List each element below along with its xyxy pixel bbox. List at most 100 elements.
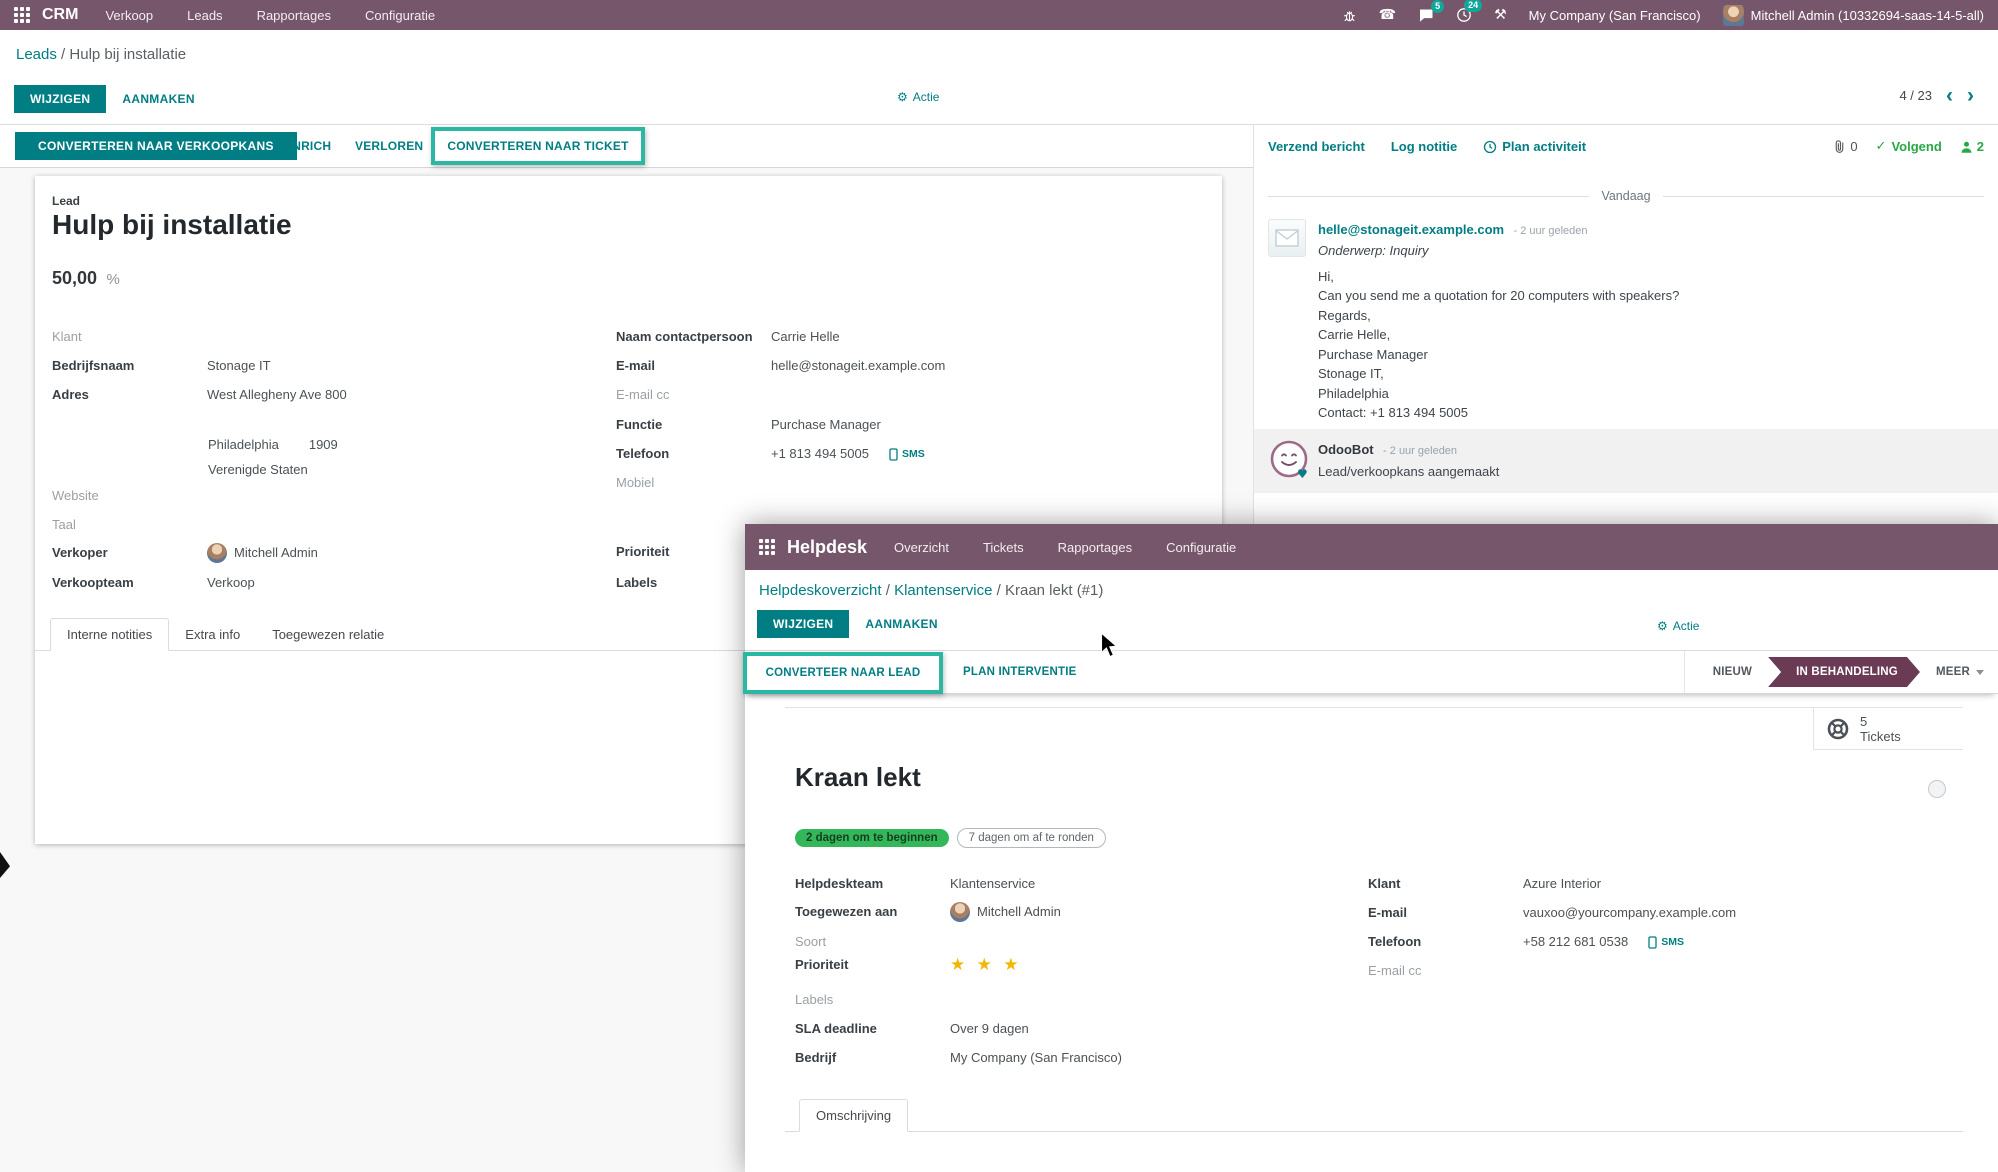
- field-email: E-mail vauxoo@yourcompany.example.com: [1368, 904, 1736, 922]
- tab-toegewezen-relatie[interactable]: Toegewezen relatie: [256, 619, 400, 650]
- convert-to-lead-button[interactable]: CONVERTEER NAAR LEAD: [766, 667, 921, 679]
- hd-menu-overzicht[interactable]: Overzicht: [877, 540, 966, 555]
- activities-icon[interactable]: 24: [1456, 7, 1472, 23]
- tab-extra-info[interactable]: Extra info: [169, 619, 256, 650]
- action-menu[interactable]: ⚙ Actie: [1657, 619, 1699, 633]
- convert-to-ticket-highlight: CONVERTEREN NAAR TICKET: [431, 127, 645, 165]
- apps-menu-icon[interactable]: [759, 539, 775, 555]
- tab-interne-notities[interactable]: Interne notities: [50, 618, 169, 651]
- hd-menu-rapportages[interactable]: Rapportages: [1041, 540, 1149, 555]
- convert-to-ticket-button[interactable]: CONVERTEREN NAAR TICKET: [447, 139, 628, 153]
- edit-button[interactable]: WIJZIGEN: [14, 85, 106, 113]
- user-menu[interactable]: Mitchell Admin (10332694-saas-14-5-all): [1751, 8, 1984, 23]
- crm-menu-configuratie[interactable]: Configuratie: [348, 8, 452, 23]
- edit-button[interactable]: WIJZIGEN: [757, 610, 849, 638]
- sms-button[interactable]: SMS: [889, 445, 925, 463]
- assignee-avatar: [950, 902, 970, 922]
- hd-menu-configuratie[interactable]: Configuratie: [1149, 540, 1253, 555]
- mobile-icon: [1648, 936, 1657, 949]
- tickets-stat-button[interactable]: 5Tickets: [1813, 708, 1963, 750]
- app-title[interactable]: CRM: [42, 6, 78, 24]
- lost-button[interactable]: VERLOREN: [355, 139, 423, 153]
- kanban-state-toggle[interactable]: [1928, 780, 1946, 798]
- ticket-title: Kraan lekt: [795, 762, 921, 793]
- lead-statusbar: CONVERTEREN NAAR VERKOOPKANS ENRICH VERL…: [0, 124, 1253, 168]
- create-button[interactable]: AANMAKEN: [114, 86, 202, 112]
- field-email-cc: E-mail cc: [616, 386, 771, 404]
- ticket-notebook: Omschrijving: [785, 1096, 1963, 1132]
- convert-to-opportunity-button[interactable]: CONVERTEREN NAAR VERKOOPKANS: [15, 132, 297, 160]
- breadcrumb-overview[interactable]: Helpdeskoverzicht: [759, 582, 882, 599]
- helpdesk-app-title[interactable]: Helpdesk: [787, 537, 867, 558]
- sheet-top-border: [785, 707, 1963, 708]
- probability-unit: %: [107, 271, 120, 288]
- pager-next-icon[interactable]: ›: [1967, 89, 1974, 103]
- stage-in-behandeling[interactable]: IN BEHANDELING: [1768, 657, 1920, 687]
- email-link[interactable]: helle@stonageit.example.com: [771, 357, 945, 375]
- field-address: Adres West Allegheny Ave 800: [52, 386, 347, 404]
- cp-buttons: WIJZIGEN AANMAKEN: [14, 85, 203, 113]
- breadcrumb-current: Kraan lekt (#1): [1005, 582, 1103, 599]
- stage-nieuw[interactable]: NIEUW: [1713, 666, 1752, 678]
- gear-icon: ⚙: [1657, 619, 1668, 633]
- message-avatar: [1268, 219, 1306, 257]
- sla-close-badge: 7 dagen om af te ronden: [957, 828, 1106, 848]
- field-priority: Prioriteit ★ ★ ★: [795, 956, 1022, 974]
- field-sla: SLA deadline Over 9 dagen: [795, 1020, 1029, 1038]
- breadcrumb-separator: /: [61, 46, 65, 63]
- followers-button[interactable]: 2: [1960, 139, 1984, 154]
- message-line: Can you send me a quotation for 20 compu…: [1318, 286, 1982, 306]
- attachments-button[interactable]: 0: [1833, 139, 1857, 154]
- message-author[interactable]: helle@stonageit.example.com: [1318, 222, 1504, 237]
- messages-icon[interactable]: 5: [1418, 8, 1434, 23]
- field-country: Verenigde Staten: [208, 461, 308, 479]
- team-link[interactable]: Klantenservice: [950, 875, 1035, 893]
- create-button[interactable]: AANMAKEN: [857, 611, 945, 637]
- hd-menu-tickets[interactable]: Tickets: [966, 540, 1041, 555]
- phone-link[interactable]: +1 813 494 5005: [771, 445, 869, 463]
- tab-omschrijving[interactable]: Omschrijving: [799, 1099, 908, 1132]
- priority-stars[interactable]: ★ ★ ★: [950, 956, 1022, 974]
- plan-intervention-button[interactable]: PLAN INTERVENTIE: [963, 666, 1077, 678]
- field-company-name: Bedrijfsnaam Stonage IT: [52, 357, 271, 375]
- enrich-button[interactable]: ENRICH: [284, 139, 331, 153]
- stat-count: 5: [1860, 714, 1901, 729]
- field-language: Taal: [52, 516, 207, 534]
- convert-to-lead-highlight: CONVERTEER NAAR LEAD: [743, 652, 943, 694]
- bug-icon[interactable]: [1342, 8, 1357, 23]
- breadcrumb-team[interactable]: Klantenservice: [894, 582, 992, 599]
- schedule-activity-button[interactable]: Plan activiteit: [1483, 139, 1586, 154]
- email-link[interactable]: vauxoo@yourcompany.example.com: [1523, 904, 1736, 922]
- follow-button[interactable]: ✓ Volgend: [1876, 139, 1942, 154]
- crm-menu-rapportages[interactable]: Rapportages: [240, 8, 348, 23]
- send-message-button[interactable]: Verzend bericht: [1268, 139, 1365, 154]
- stage-buttons: NIEUW IN BEHANDELING MEER: [1684, 651, 1998, 693]
- envelope-icon: [1275, 229, 1299, 247]
- company-switcher[interactable]: My Company (San Francisco): [1529, 8, 1701, 23]
- odoobot-name[interactable]: OdooBot: [1318, 442, 1374, 457]
- probability: 50,00 %: [52, 268, 120, 289]
- customer-link[interactable]: Azure Interior: [1523, 875, 1601, 893]
- phone-link[interactable]: +58 212 681 0538: [1523, 933, 1628, 951]
- phone-icon[interactable]: ☎: [1379, 7, 1396, 23]
- crm-menu-leads[interactable]: Leads: [170, 8, 239, 23]
- log-note-button[interactable]: Log notitie: [1391, 139, 1457, 154]
- company-link[interactable]: My Company (San Francisco): [950, 1049, 1122, 1067]
- field-company: Bedrijf My Company (San Francisco): [795, 1049, 1122, 1067]
- helpdesk-breadcrumb: Helpdeskoverzicht / Klantenservice / Kra…: [759, 582, 1103, 599]
- odoobot-avatar: ♥: [1268, 438, 1310, 485]
- salesperson-avatar: [207, 543, 227, 563]
- action-menu[interactable]: ⚙ Actie: [897, 90, 939, 104]
- message-line: Regards,: [1318, 306, 1982, 326]
- stage-meer[interactable]: MEER: [1936, 666, 1984, 678]
- tools-icon[interactable]: ⚒: [1494, 7, 1507, 23]
- breadcrumb-leads[interactable]: Leads: [16, 46, 57, 63]
- message-line: Contact: +1 813 494 5005: [1318, 403, 1982, 423]
- crm-menu-verkoop[interactable]: Verkoop: [88, 8, 170, 23]
- check-icon: ✓: [1876, 139, 1887, 154]
- mobile-icon: [889, 448, 898, 461]
- apps-menu-icon[interactable]: [14, 7, 30, 23]
- pager-prev-icon[interactable]: ‹: [1946, 89, 1953, 103]
- field-tags: Labels: [795, 991, 950, 1009]
- sms-button[interactable]: SMS: [1648, 933, 1684, 951]
